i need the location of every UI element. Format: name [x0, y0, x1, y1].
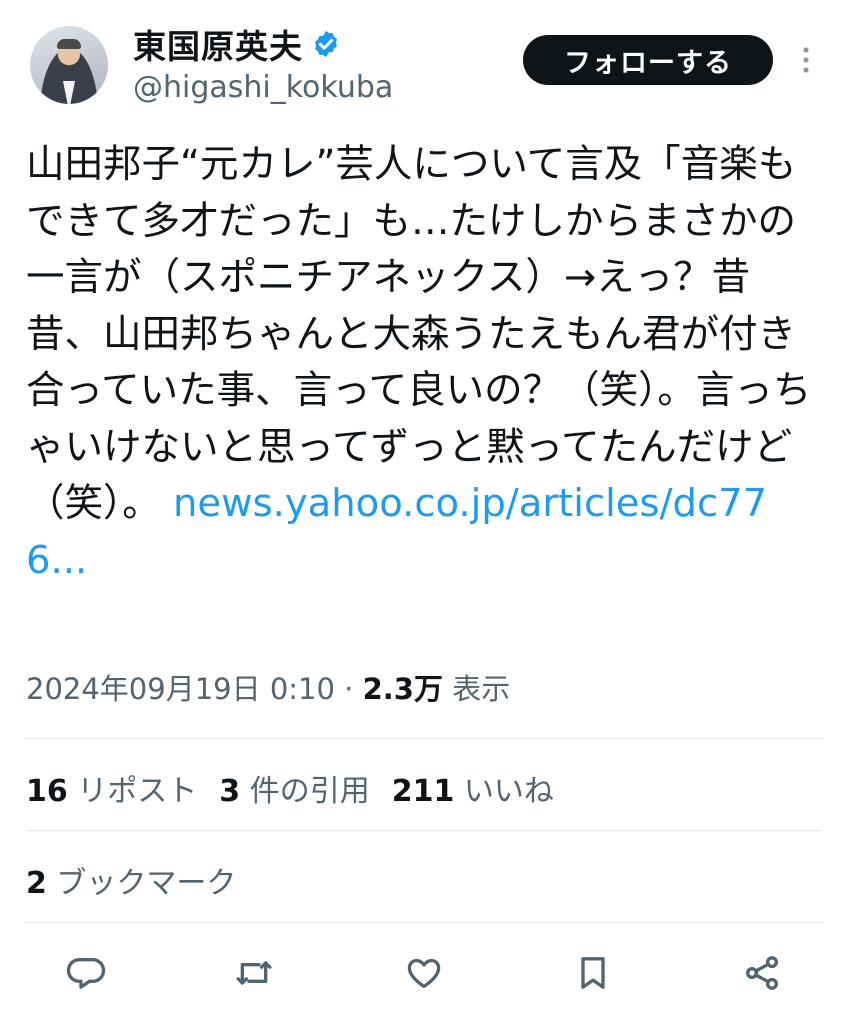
heart-icon — [407, 958, 441, 988]
repost-icon — [236, 961, 272, 985]
bookmark-icon — [581, 957, 605, 989]
bookmarks-stat[interactable]: 2 ブックマーク — [26, 858, 236, 902]
engagement-stats: 16 リポスト 3 件の引用 211 いいね — [26, 766, 576, 810]
reply-icon — [66, 958, 106, 989]
meta-separator: · — [344, 672, 354, 706]
tweet-text: 山田邦子“元カレ”芸人について言及「音楽もできて多才だった」も…たけしからまさか… — [26, 137, 826, 589]
quotes-stat[interactable]: 3 件の引用 — [219, 774, 369, 809]
quotes-label: 件の引用 — [249, 774, 370, 809]
like-button[interactable] — [404, 953, 444, 993]
divider — [26, 738, 822, 739]
divider — [26, 830, 822, 831]
verified-badge-icon — [315, 30, 337, 58]
author-display-name[interactable]: 東国原英夫 — [133, 20, 303, 68]
avatar-hair — [57, 39, 81, 49]
bookmarks-count: 2 — [26, 866, 47, 901]
name-row: 東国原英夫 — [133, 20, 341, 68]
author-handle[interactable]: @higashi_kokuba — [133, 70, 393, 105]
share-icon — [746, 956, 778, 990]
tweet-body: 山田邦子“元カレ”芸人について言及「音楽もできて多才だった」も…たけしからまさか… — [26, 142, 812, 526]
likes-label: いいね — [463, 774, 554, 809]
tweet-header: 東国原英夫 @higashi_kokuba フォローする — [0, 0, 848, 120]
views-label: 表示 — [452, 672, 511, 706]
reply-button[interactable] — [66, 953, 106, 993]
repost-button[interactable] — [234, 953, 274, 993]
bookmark-button[interactable] — [573, 953, 613, 993]
avatar[interactable] — [30, 26, 108, 104]
tweet-meta: 2024年09月19日 0:10 · 2.3万 表示 — [26, 666, 510, 708]
reposts-label: リポスト — [77, 774, 198, 809]
likes-stat[interactable]: 211 いいね — [392, 774, 554, 809]
divider — [26, 922, 822, 923]
share-button[interactable] — [742, 953, 782, 993]
bookmarks-label: ブックマーク — [56, 866, 237, 901]
action-bar — [0, 945, 848, 1001]
follow-button[interactable]: フォローする — [523, 35, 773, 85]
quotes-count: 3 — [219, 774, 241, 809]
likes-count: 211 — [391, 774, 455, 809]
avatar-shirt — [63, 81, 75, 104]
more-options-icon[interactable] — [796, 44, 816, 76]
views-count: 2.3万 — [362, 672, 443, 706]
reposts-stat[interactable]: 16 リポスト — [26, 774, 197, 809]
tweet-timestamp[interactable]: 2024年09月19日 0:10 — [26, 672, 335, 706]
reposts-count: 16 — [26, 774, 68, 809]
